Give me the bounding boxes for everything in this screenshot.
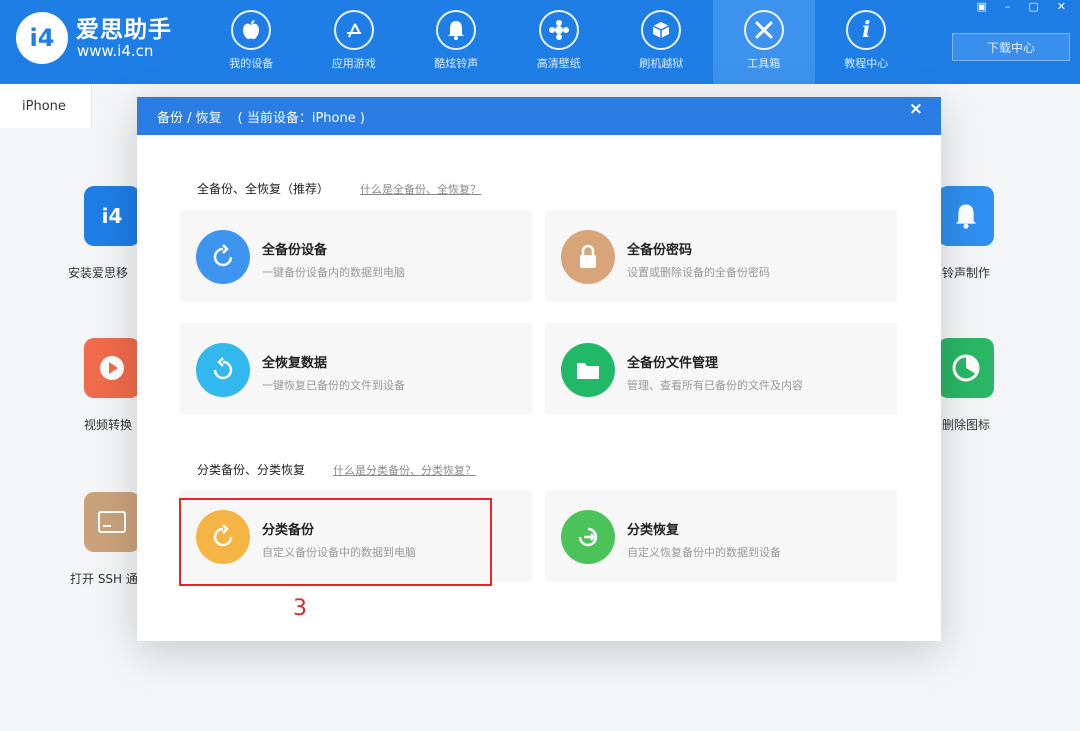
nav-label: 酷炫铃声: [434, 57, 479, 70]
category-backup-section-title: 分类备份、分类恢复: [197, 463, 306, 477]
card-description: 自定义恢复备份中的数据到设备: [627, 546, 781, 559]
top-bar: i4 爱思助手 www.i4.cn 我的设备 应用游戏 酷炫铃声 高清壁纸 刷机…: [0, 0, 1080, 84]
tool-label: 安装爱思移: [68, 266, 129, 280]
current-device-label: ( 当前设备：iPhone ): [237, 110, 365, 126]
category-restore-icon: [561, 510, 615, 564]
video-icon: [84, 338, 140, 398]
app-store-icon: [333, 10, 374, 50]
device-tab-iphone[interactable]: iPhone: [0, 84, 92, 128]
tile-glyph: i4: [101, 204, 123, 228]
skin-button[interactable]: ▣: [976, 0, 986, 13]
tool-open-ssh[interactable]: 打开 SSH 通: [70, 492, 140, 587]
card-title: 全备份文件管理: [627, 356, 719, 371]
card-title: 分类恢复: [627, 523, 680, 538]
nav-label: 应用游戏: [331, 57, 376, 70]
app-url: www.i4.cn: [77, 42, 154, 60]
full-backup-password-card[interactable]: 全备份密码 设置或删除设备的全备份密码: [545, 210, 897, 302]
bell-icon: [938, 186, 994, 246]
card-title: 全恢复数据: [262, 356, 328, 371]
flower-icon: [538, 10, 579, 50]
close-icon[interactable]: ×: [909, 99, 923, 119]
dialog-title: 备份 / 恢复: [157, 110, 222, 126]
nav-toolbox[interactable]: 工具箱: [712, 0, 815, 84]
step-number: 3: [293, 596, 307, 621]
tool-ringtone-maker[interactable]: 铃声制作: [938, 186, 994, 281]
bell-icon: [436, 10, 477, 50]
app-name: 爱思助手: [76, 17, 172, 43]
nav-label: 教程中心: [844, 57, 889, 70]
nav-label: 我的设备: [229, 57, 274, 70]
maximize-button[interactable]: ▢: [1028, 0, 1038, 13]
full-restore-data-card[interactable]: 全恢复数据 一键恢复已备份的文件到设备: [180, 323, 532, 415]
tool-install-i4[interactable]: i4 安装爱思移: [68, 186, 140, 281]
nav-ringtones[interactable]: 酷炫铃声: [405, 0, 508, 84]
tool-label: 铃声制作: [941, 266, 990, 280]
full-backup-help-link[interactable]: 什么是全备份、全恢复？: [360, 181, 481, 197]
logo-mark-text: i4: [29, 24, 55, 52]
lock-icon: [561, 230, 615, 284]
nav-apps-games[interactable]: 应用游戏: [303, 0, 406, 84]
tool-video-convert[interactable]: 视频转换: [84, 338, 140, 433]
step-highlight-box: [179, 498, 492, 586]
card-description: 管理、查看所有已备份的文件及内容: [627, 379, 803, 392]
nav-label: 刷机越狱: [639, 57, 684, 70]
restore-icon: [196, 343, 250, 397]
window-controls: ▣ – ▢ ✕: [976, 0, 1066, 13]
info-icon: i: [846, 10, 887, 50]
device-tab-label: iPhone: [22, 99, 66, 114]
tool-label: 删除图标: [941, 418, 990, 432]
nav-tutorials[interactable]: i 教程中心: [815, 0, 918, 84]
folder-icon: [561, 343, 615, 397]
nav-label: 工具箱: [747, 57, 781, 70]
nav-wallpapers[interactable]: 高清壁纸: [508, 0, 611, 84]
tool-delete-icons[interactable]: 删除图标: [938, 338, 994, 433]
tools-icon: [743, 10, 784, 50]
card-description: 一键恢复已备份的文件到设备: [262, 379, 405, 392]
apple-icon: [231, 10, 272, 50]
download-center-label: 下载中心: [986, 40, 1035, 55]
card-description: 设置或删除设备的全备份密码: [627, 266, 770, 279]
nav-flash-jailbreak[interactable]: 刷机越狱: [610, 0, 713, 84]
backup-icon: [196, 230, 250, 284]
close-window-button[interactable]: ✕: [1057, 0, 1066, 13]
full-backup-section-title: 全备份、全恢复（推荐）: [197, 182, 330, 196]
tool-label: 视频转换: [84, 418, 133, 432]
card-description: 一键备份设备内的数据到电脑: [262, 266, 405, 279]
box-icon: [641, 10, 682, 50]
download-center-button[interactable]: 下载中心: [952, 33, 1070, 61]
nav-label: 高清壁纸: [536, 57, 581, 70]
full-backup-file-manager-card[interactable]: 全备份文件管理 管理、查看所有已备份的文件及内容: [545, 323, 897, 415]
minimize-button[interactable]: –: [1005, 0, 1011, 13]
main-nav: 我的设备 应用游戏 酷炫铃声 高清壁纸 刷机越狱 工具箱 i 教程中心: [200, 0, 918, 84]
full-backup-device-card[interactable]: 全备份设备 一键备份设备内的数据到电脑: [180, 210, 532, 302]
i4-app-icon: i4: [84, 186, 140, 246]
info-glyph: i: [862, 17, 871, 43]
category-backup-help-link[interactable]: 什么是分类备份、分类恢复？: [333, 462, 476, 478]
card-title: 全备份密码: [627, 243, 693, 258]
category-restore-card[interactable]: 分类恢复 自定义恢复备份中的数据到设备: [545, 490, 897, 582]
dialog-header: 备份 / 恢复 ( 当前设备：iPhone ): [137, 97, 941, 135]
nav-my-device[interactable]: 我的设备: [200, 0, 303, 84]
card-title: 全备份设备: [262, 243, 328, 258]
pie-icon: [938, 338, 994, 398]
tool-label: 打开 SSH 通: [70, 572, 138, 586]
app-logo-icon: i4: [16, 12, 68, 64]
terminal-icon: [84, 492, 140, 552]
